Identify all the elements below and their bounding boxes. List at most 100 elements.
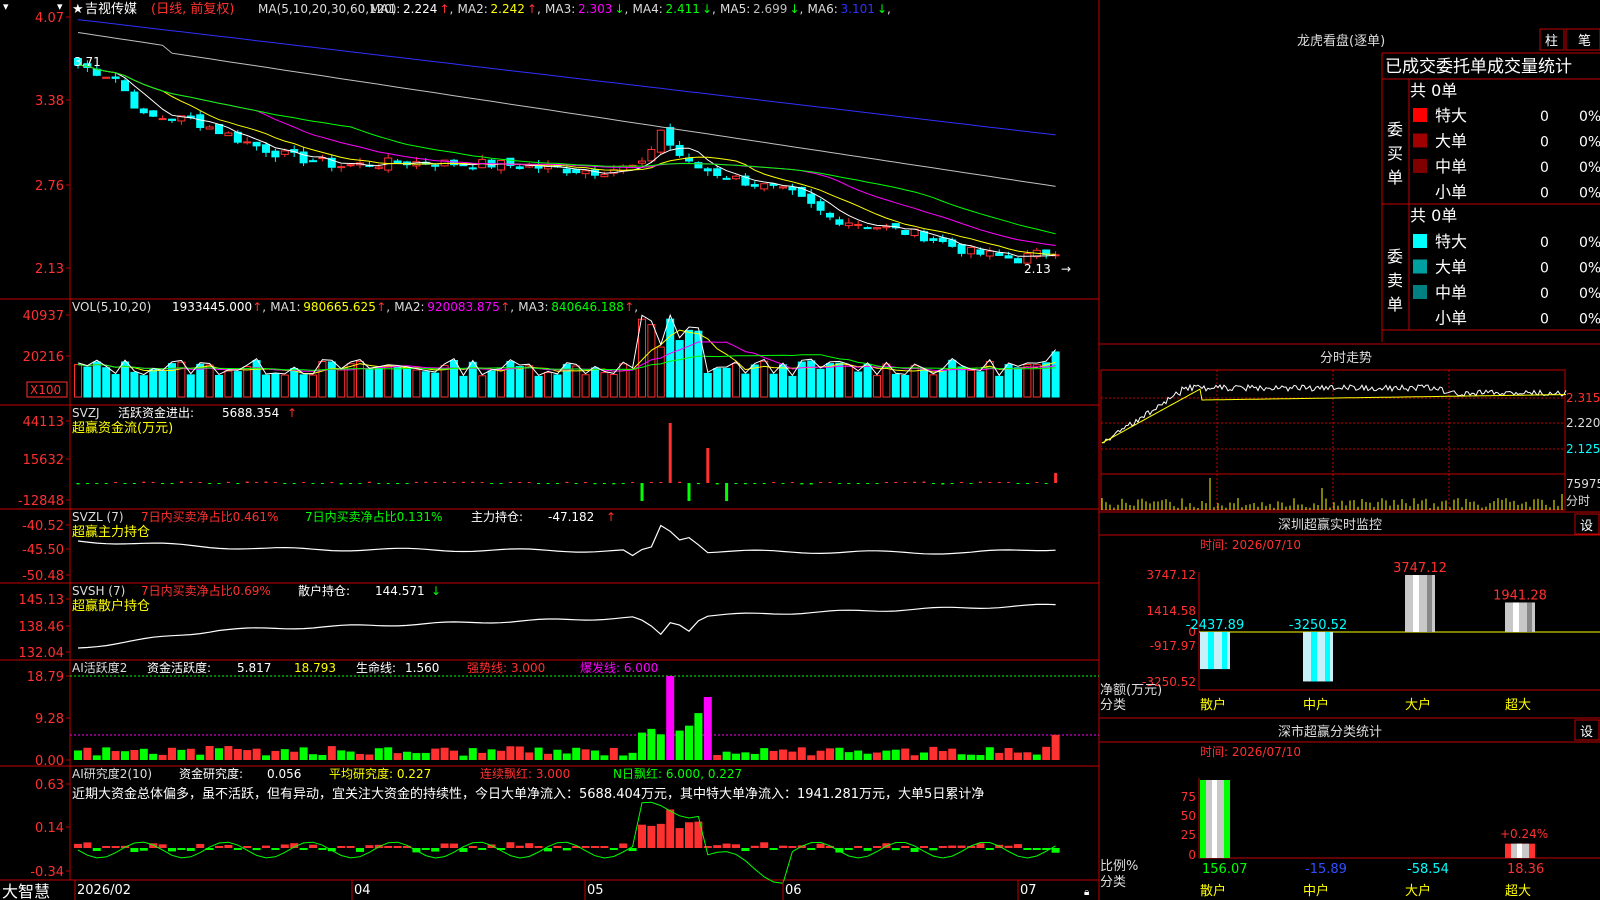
candle-body: [779, 186, 787, 189]
activity-bar: [920, 752, 928, 760]
candle-body: [647, 148, 656, 162]
activity-bar: [468, 748, 477, 760]
flow-bar: [819, 482, 823, 483]
activity-bar: [421, 752, 430, 760]
activity-bar: [1042, 746, 1051, 760]
order-count: 0: [1540, 135, 1549, 151]
ma-value: 2.242: [491, 2, 525, 16]
monitor-bar: [1303, 632, 1333, 682]
activity-bar: [553, 749, 562, 760]
candle-body: [468, 167, 477, 170]
monitor-bar: [1505, 602, 1535, 632]
research-bar: [74, 843, 82, 848]
volume-bar: [1014, 367, 1022, 398]
activity-bar: [121, 751, 129, 760]
ma-value: 2.303: [578, 2, 612, 16]
ai-research-label: 资金研究度:: [179, 766, 243, 781]
separator: ,: [450, 2, 454, 16]
research-bar: [168, 848, 176, 852]
monitor-settings-label[interactable]: 设: [1580, 519, 1593, 534]
research-bar: [468, 846, 477, 848]
activity-bar: [205, 745, 214, 760]
trend-arrow-icon: ↓: [702, 2, 712, 16]
flow-bar: [696, 483, 700, 485]
candle-body: [703, 168, 712, 172]
activity-bar: [262, 755, 270, 760]
activity-bar: [497, 750, 505, 760]
volume-bars: [74, 318, 1060, 398]
y-tick-label: 15632: [23, 453, 64, 468]
candle-body: [309, 160, 317, 163]
flow-bar: [330, 482, 334, 483]
research-bar: [910, 848, 919, 852]
widget-icon[interactable]: ▾: [3, 0, 9, 13]
candle-body: [581, 170, 590, 175]
stats-value: -58.54: [1407, 862, 1449, 877]
ma-value: 2.699: [753, 2, 787, 16]
trend-arrow-icon: ↑: [500, 300, 510, 314]
activity-bar: [572, 747, 581, 760]
volume-bar: [224, 370, 233, 398]
activity-bar: [732, 753, 740, 760]
flow-bar: [264, 481, 268, 483]
monitor-value: 1941.28: [1493, 588, 1547, 603]
candle-body: [271, 150, 280, 158]
flow-bar: [471, 481, 475, 483]
research-bar: [816, 843, 825, 848]
low-arrow-icon: →: [1061, 262, 1071, 276]
ai-strong-line: 强势线: 3.000: [467, 661, 545, 675]
monitor-title: 深圳超赢实时监控: [1278, 517, 1382, 533]
activity-bar: [431, 748, 440, 760]
retail-holding-path: [77, 603, 1056, 649]
flow-bar: [367, 481, 371, 483]
activity-bar: [750, 753, 759, 760]
candle-body: [732, 175, 740, 180]
candle-body: [985, 250, 994, 257]
flow-bar: [828, 482, 832, 483]
period-label[interactable]: (日线, 前复权): [151, 1, 234, 17]
candle-body: [130, 91, 139, 109]
stats-settings-label[interactable]: 设: [1580, 725, 1593, 740]
volume-bar: [685, 329, 693, 398]
flow-bar: [546, 483, 550, 484]
activity-bar: [1032, 754, 1041, 760]
flow-bar: [537, 483, 541, 485]
vol-unit: X100: [30, 383, 61, 397]
research-bar: [252, 848, 261, 851]
monitor-value: -2437.89: [1186, 618, 1244, 633]
volume-bar: [1032, 364, 1041, 398]
flow-bar: [584, 482, 588, 483]
y-tick-label: 0.63: [35, 778, 64, 793]
tab-tick-label[interactable]: 笔: [1578, 33, 1591, 49]
intraday-vol-max: 75975: [1566, 477, 1600, 491]
y-tick-label: 3.38: [35, 94, 64, 109]
stock-name[interactable]: 吉视传媒: [85, 2, 137, 17]
ai-comment: 近期大资金总体偏多，虽不活跃，但有异动，宜关注大资金的持续性，今日大单净流入：5…: [72, 786, 984, 802]
separator: ,: [625, 2, 629, 16]
candle-body: [205, 126, 214, 130]
flow-bar: [114, 482, 118, 483]
flow-bar: [631, 482, 635, 483]
flow-bar: [132, 483, 136, 484]
ma-value: 3.101: [841, 2, 875, 16]
candle-body: [882, 225, 891, 229]
research-bar: [769, 848, 778, 850]
order-pct: 0%: [1579, 135, 1600, 151]
volume-bar: [948, 359, 957, 398]
activity-bar: [299, 747, 308, 760]
intraday-title: 分时走势: [1320, 350, 1372, 366]
svzl-subtitle: 超赢主力持仓: [72, 524, 150, 540]
volume-bar: [299, 374, 308, 398]
app-logo[interactable]: 大智慧: [2, 882, 50, 900]
order-pct: 0%: [1579, 186, 1600, 202]
candle-body: [149, 110, 158, 117]
lock-icon[interactable]: 🔒︎: [1084, 887, 1089, 898]
widget-icon[interactable]: ▾: [57, 0, 63, 13]
volume-bar: [938, 369, 947, 398]
stats-unit: 比例%: [1100, 859, 1138, 874]
research-bar: [694, 821, 703, 848]
tab-bar-chart-label[interactable]: 柱: [1545, 34, 1558, 49]
research-bar: [393, 846, 402, 848]
main-holding-line: [77, 524, 1056, 557]
flow-bar: [311, 483, 315, 484]
